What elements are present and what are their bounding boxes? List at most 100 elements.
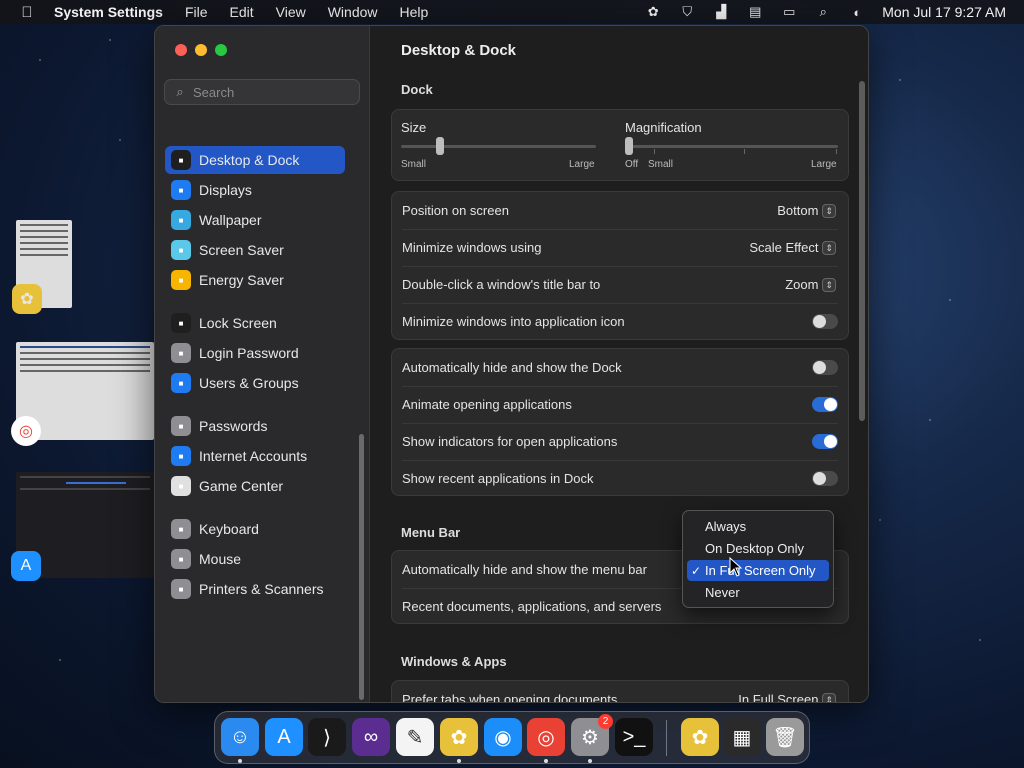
position-select[interactable]: Bottom ⇕ — [777, 203, 836, 218]
users-groups-icon: ■ — [171, 373, 191, 393]
window-controls — [175, 44, 227, 56]
mouse-pointer-icon — [729, 557, 743, 577]
position-on-screen-row: Position on screen Bottom ⇕ — [392, 192, 848, 229]
show-indicators-toggle[interactable] — [812, 434, 838, 449]
prefer-tabs-select[interactable]: In Full Screen ⇕ — [738, 692, 836, 703]
spotlight-search-icon[interactable]: ⌕ — [814, 4, 832, 19]
minimize-into-icon-row: Minimize windows into application icon — [392, 303, 848, 340]
vpn-shield-icon[interactable]: ⛉ — [678, 4, 696, 19]
dock-glyph: ▦ — [732, 726, 752, 749]
dock-size-group: Size Small Large Magnification Off Small… — [391, 109, 849, 181]
safari-icon[interactable]: ◉ — [484, 718, 522, 756]
recent-apps-row: Show recent applications in Dock — [392, 460, 848, 497]
sidebar-item-displays[interactable]: ■ Displays — [165, 176, 345, 204]
internet-accounts-icon: ■ — [171, 446, 191, 466]
bee-status-icon[interactable]: ✿ — [644, 4, 662, 19]
sidebar-item-energy-saver[interactable]: ■ Energy Saver — [165, 266, 345, 294]
sidebar-item-lock-screen[interactable]: ■ Lock Screen — [165, 309, 345, 337]
sidebar-item-label: Lock Screen — [199, 315, 277, 331]
minimize-effect-value: Scale Effect — [749, 240, 819, 255]
minimize-button[interactable] — [195, 44, 207, 56]
menu-help[interactable]: Help — [400, 4, 429, 20]
close-button[interactable] — [175, 44, 187, 56]
sidebar-item-users-groups[interactable]: ■ Users & Groups — [165, 369, 345, 397]
chrome-icon[interactable]: ◎ — [527, 718, 565, 756]
sidebar-item-keyboard[interactable]: ■ Keyboard — [165, 515, 345, 543]
sharing-icon[interactable]: ▟ — [712, 4, 730, 19]
minimize-effect-select[interactable]: Scale Effect ⇕ — [749, 240, 836, 255]
magnification-slider-track[interactable] — [625, 145, 838, 148]
recent-apps-toggle[interactable] — [812, 471, 838, 486]
terminal-icon[interactable]: >_ — [615, 718, 653, 756]
sidebar-item-login-password[interactable]: ■ Login Password — [165, 339, 345, 367]
mouse-icon: ■ — [171, 549, 191, 569]
menu-clock[interactable]: Mon Jul 17 9:27 AM — [882, 4, 1006, 20]
toggle-knob — [824, 435, 837, 448]
animate-apps-toggle[interactable] — [812, 397, 838, 412]
prefer-tabs-value: In Full Screen — [738, 692, 819, 703]
dock-glyph: ✿ — [691, 726, 709, 749]
sidebar-item-label: Game Center — [199, 478, 284, 494]
control-center-icon[interactable]: ◐ — [848, 5, 866, 20]
sidebar-item-desktop-dock[interactable]: ■ Desktop & Dock — [165, 146, 345, 174]
apple-menu-icon[interactable]:  — [18, 4, 36, 21]
textedit-icon[interactable]: ✎ — [396, 718, 434, 756]
sidebar-item-screen-saver[interactable]: ■ Screen Saver — [165, 236, 345, 264]
sidebar-item-internet-accounts[interactable]: ■ Internet Accounts — [165, 442, 345, 470]
bee-app-icon[interactable]: ✿ — [440, 718, 478, 756]
magnification-max-label: Large — [811, 159, 837, 170]
autohide-dock-toggle[interactable] — [812, 360, 838, 375]
dock-separator — [666, 720, 667, 756]
autohide-menubar-label: Automatically hide and show the menu bar — [402, 562, 647, 577]
sidebar-item-label: Wallpaper — [199, 212, 262, 228]
double-click-value: Zoom — [785, 277, 819, 292]
sidebar-item-label: Keyboard — [199, 521, 259, 537]
popup-option-label: Always — [705, 519, 747, 534]
game-center-icon: ■ — [171, 476, 191, 496]
popup-option-desktop-only[interactable]: On Desktop Only — [687, 538, 829, 559]
app-store-icon[interactable]: A — [265, 718, 303, 756]
popup-option-always[interactable]: Always — [687, 516, 829, 537]
window-icon[interactable]: ▭ — [780, 4, 798, 19]
content-scrollbar[interactable] — [859, 81, 865, 421]
menu-window[interactable]: Window — [328, 4, 378, 20]
sidebar-scrollbar[interactable] — [359, 434, 364, 700]
trash-icon[interactable]: 🗑 — [766, 718, 804, 756]
popup-option-never[interactable]: Never — [687, 582, 829, 603]
sidebar-item-passwords[interactable]: ■ Passwords — [165, 412, 345, 440]
size-slider-track[interactable] — [401, 145, 596, 148]
page-title: Desktop & Dock — [401, 42, 517, 59]
system-settings-icon[interactable]: ⚙ 2 — [571, 714, 613, 756]
sidebar-item-label: Displays — [199, 182, 252, 198]
sidebar-item-printers-scanners[interactable]: ■ Printers & Scanners — [165, 575, 345, 603]
visual-studio-icon[interactable]: ∞ — [352, 718, 390, 756]
downloads-folder-icon[interactable]: ▦ — [723, 718, 761, 756]
show-indicators-row: Show indicators for open applications — [392, 423, 848, 460]
size-max-label: Large — [569, 159, 595, 170]
double-click-select[interactable]: Zoom ⇕ — [785, 277, 836, 292]
size-label: Size — [401, 120, 427, 135]
popup-option-full-screen-only[interactable]: ✓ In Full Screen Only — [687, 560, 829, 581]
stage-manager-icon[interactable]: ▤ — [746, 4, 764, 19]
sidebar-item-mouse[interactable]: ■ Mouse — [165, 545, 345, 573]
minimize-into-icon-toggle[interactable] — [812, 314, 838, 329]
sidebar-item-game-center[interactable]: ■ Game Center — [165, 472, 345, 500]
search-input[interactable] — [191, 83, 355, 101]
zoom-button[interactable] — [215, 44, 227, 56]
show-indicators-label: Show indicators for open applications — [402, 434, 618, 449]
toggle-knob — [813, 472, 826, 485]
finder-icon[interactable]: ☺ — [221, 718, 259, 756]
sidebar-item-label: Internet Accounts — [199, 448, 308, 464]
bee-recent-icon[interactable]: ✿ — [681, 718, 719, 756]
menu-edit[interactable]: Edit — [230, 4, 254, 20]
sidebar-item-wallpaper[interactable]: ■ Wallpaper — [165, 206, 345, 234]
menu-file[interactable]: File — [185, 4, 208, 20]
search-field[interactable]: ⌕ — [164, 79, 360, 105]
app-menu[interactable]: System Settings — [54, 4, 163, 20]
dock-glyph: ◎ — [537, 726, 555, 749]
menu-view[interactable]: View — [276, 4, 306, 20]
vscode-icon[interactable]: ⟩ — [308, 718, 346, 756]
dock-glyph: ∞ — [363, 725, 379, 748]
size-slider-knob[interactable] — [436, 137, 444, 155]
magnification-slider-knob[interactable] — [625, 137, 633, 155]
